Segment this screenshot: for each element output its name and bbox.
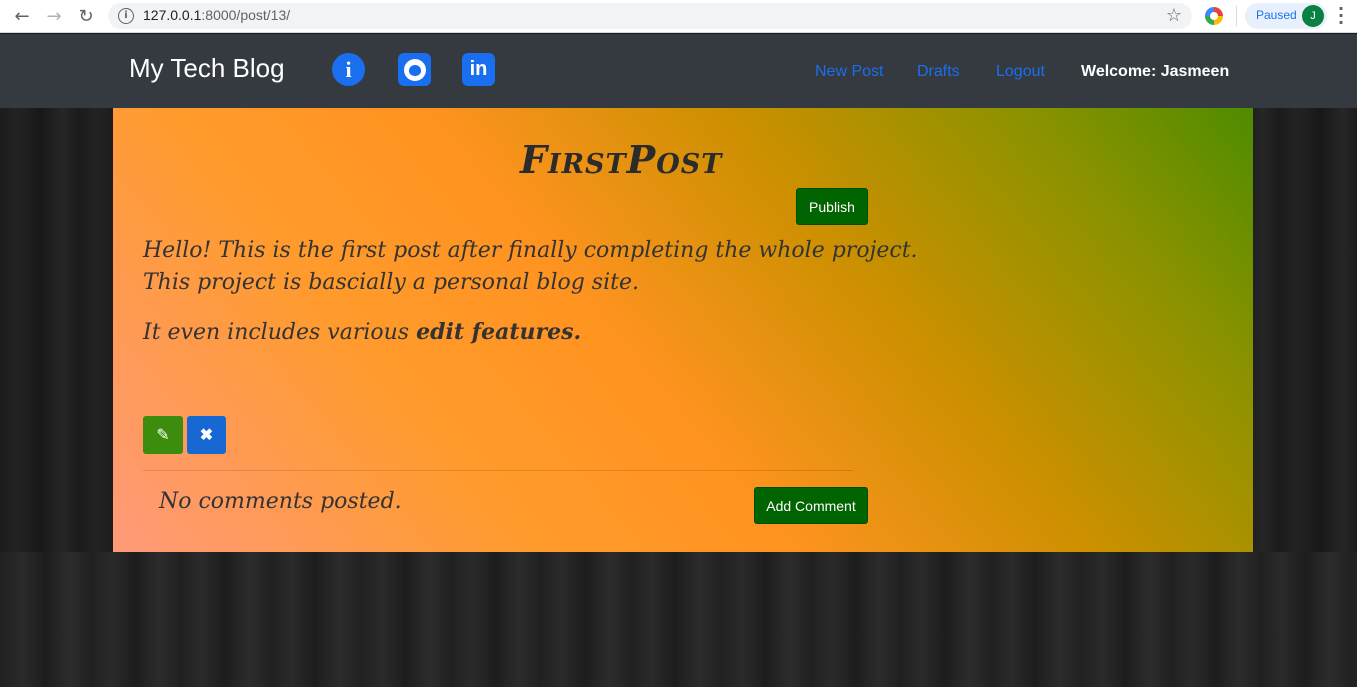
nav-drafts[interactable]: Drafts — [917, 63, 960, 81]
page-background-lower — [0, 552, 1357, 687]
pencil-icon: ✎ — [156, 427, 170, 444]
toolbar-divider — [1236, 6, 1237, 26]
delete-button[interactable]: ✖ — [187, 416, 226, 454]
close-icon: ✖ — [199, 427, 214, 444]
profile-status: Paused — [1256, 8, 1297, 22]
site-brand[interactable]: My Tech Blog — [129, 53, 285, 84]
reload-icon[interactable]: ↻ — [74, 4, 98, 28]
site-navbar: My Tech Blog i in New Post Drafts Logout… — [0, 34, 1357, 108]
browser-toolbar: ← → ↻ i 127.0.0.1:8000/post/13/ ☆ Paused… — [0, 0, 1357, 33]
linkedin-icon[interactable]: in — [462, 53, 495, 86]
welcome-text: Welcome: Jasmeen — [1081, 63, 1230, 80]
post-line-1: Hello! This is the first post after fina… — [143, 238, 918, 263]
post-line-2: This project is bascially a personal blo… — [143, 270, 639, 295]
add-comment-button[interactable]: Add Comment — [754, 487, 868, 524]
edit-button[interactable]: ✎ — [143, 416, 183, 454]
url-text: 127.0.0.1:8000/post/13/ — [143, 7, 290, 23]
publish-button[interactable]: Publish — [796, 188, 868, 225]
bookmark-star-icon[interactable]: ☆ — [1166, 5, 1182, 26]
post-line-3: It even includes various edit features. — [143, 319, 581, 345]
address-bar[interactable]: i 127.0.0.1:8000/post/13/ ☆ — [108, 3, 1192, 29]
divider — [143, 470, 853, 471]
extension-icon[interactable] — [1205, 7, 1223, 25]
avatar: J — [1302, 5, 1324, 27]
post-title: FirstPost — [520, 137, 723, 182]
url-host: 127.0.0.1 — [143, 7, 202, 23]
post-line-3-bold: edit features. — [416, 319, 582, 345]
nav-new-post[interactable]: New Post — [815, 63, 883, 81]
nav-logout[interactable]: Logout — [996, 63, 1045, 81]
site-info-icon[interactable]: i — [118, 8, 134, 24]
url-path: :8000/post/13/ — [201, 7, 291, 23]
no-comments-text: No comments posted. — [159, 489, 402, 514]
post-card: FirstPost Publish Hello! This is the fir… — [113, 108, 1253, 552]
back-icon[interactable]: ← — [10, 4, 34, 28]
post-line-3-text: It even includes various — [143, 320, 417, 345]
profile-button[interactable]: Paused J — [1245, 3, 1327, 29]
menu-kebab-icon[interactable]: · · · — [1336, 1, 1346, 31]
github-icon[interactable] — [398, 53, 431, 86]
info-icon[interactable]: i — [332, 53, 365, 86]
forward-icon[interactable]: → — [42, 4, 66, 28]
